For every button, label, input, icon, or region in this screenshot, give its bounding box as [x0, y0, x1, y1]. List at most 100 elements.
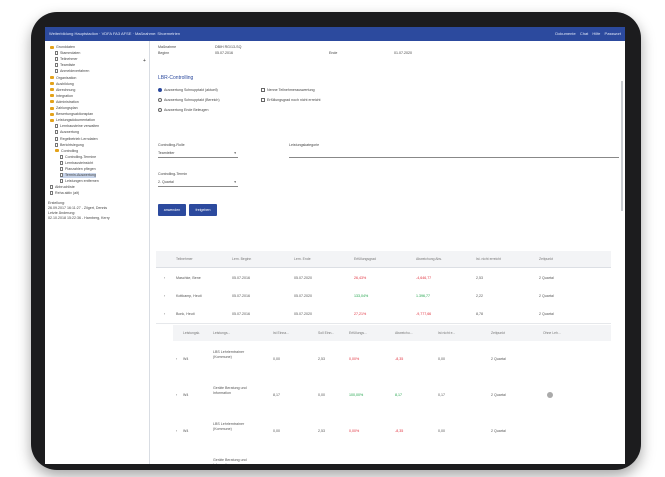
sidebar-item-label: Auswertung: [60, 130, 79, 135]
sidebar-item[interactable]: Teamliste: [55, 63, 75, 68]
column-header-label: Erfüllungsgrad: [354, 257, 376, 261]
subgrid-column-header[interactable]: Ohne Leh...: [543, 325, 565, 341]
sidebar-item[interactable]: Teilnehmer: [55, 57, 78, 62]
sidebar-item[interactable]: Abrechnung: [50, 88, 75, 93]
radio-option-2[interactable]: Auswertung Schnupptakt (Bereich): [158, 98, 220, 103]
table-cell: 0,00: [318, 393, 325, 397]
main-scrollbar[interactable]: [621, 81, 623, 211]
sidebar-item[interactable]: Bewertungsaktionsplan: [50, 112, 93, 117]
grid-column-header[interactable]: Teilnehmer: [176, 251, 197, 267]
expand-chevron-icon[interactable]: ›: [176, 413, 177, 449]
info-value-beginn: 05.07.2016: [215, 51, 233, 55]
sidebar-item[interactable]: Lernbausteinsicht: [60, 161, 93, 166]
sidebar-item-label: Planzahlen pflegen: [65, 167, 96, 171]
subgrid-column-header[interactable]: Abweichu...: [395, 325, 417, 341]
expand-chevron-icon[interactable]: ›: [176, 449, 177, 464]
apply-button[interactable]: anwenden: [158, 204, 186, 216]
select-controlling-rolle[interactable]: Teamleiter ▾: [158, 149, 238, 158]
radio-selected-icon: [158, 88, 162, 93]
status-dot-icon[interactable]: [547, 392, 553, 398]
table-cell: 0,00: [318, 449, 325, 464]
table-cell: 0,00%: [349, 357, 360, 361]
subgrid-column-header[interactable]: Leistungsk.: [183, 325, 204, 341]
subgrid-row[interactable]: ›W4Geräte Beratung und Information8,170,…: [173, 377, 611, 414]
subgrid-column-header[interactable]: Ist Einna...: [273, 325, 293, 341]
subgrid-column-header[interactable]: Erfüllungs...: [349, 325, 371, 341]
table-row[interactable]: › Maschke, Bene 05.07.2016 05.07.2020 26,43%…: [156, 269, 611, 288]
sidebar-item-label: Leistungen entfernen: [65, 179, 99, 184]
expand-chevron-icon[interactable]: ›: [164, 287, 165, 305]
select-value: Teamleiter: [158, 151, 175, 155]
table-cell: 2 Quartal: [539, 276, 554, 280]
sidebar-item[interactable]: Regelbetrieb Lerndaten: [55, 137, 98, 142]
folder-icon: [50, 82, 54, 86]
info-label-massnahme: Maßnahme: [158, 45, 177, 49]
sidebar-item[interactable]: Administration: [50, 100, 79, 105]
grid-column-header[interactable]: Lern. Ende: [294, 251, 315, 267]
subgrid-row[interactable]: › W4 LBS Lehrlerntrainer (Kommune) 0,00 2,53…: [173, 341, 611, 378]
sidebar-item[interactable]: Stammdaten: [55, 51, 80, 56]
table-cell: 0,00: [273, 429, 280, 433]
table-cell: 0,00%: [349, 429, 360, 433]
release-button[interactable]: freigeben: [189, 204, 217, 216]
sidebar-item-label: Lernbausteinsicht: [65, 160, 94, 165]
subgrid-column-header[interactable]: Leistungs...: [213, 325, 234, 341]
document-icon: [50, 191, 53, 196]
link-hilfe[interactable]: Hilfe: [592, 31, 600, 36]
subgrid-column-header[interactable]: Soll Einn...: [318, 325, 338, 341]
checkbox-teilnehmer[interactable]: Nenne Teilnehmerauswertung: [261, 88, 315, 93]
subgrid-column-header[interactable]: Ist nicht e...: [438, 325, 459, 341]
checkbox-label: Nenne Teilnehmerauswertung: [267, 88, 315, 92]
radio-option-1[interactable]: Auswertung Schnupptakt (aktuell): [158, 88, 218, 93]
select-leistungskategorie[interactable]: [289, 149, 619, 158]
table-cell: W4: [183, 357, 189, 361]
sidebar-item[interactable]: Organisation: [50, 76, 76, 81]
select-controlling-termin[interactable]: 2. Quartal ▾: [158, 178, 238, 187]
grid-column-header[interactable]: Abweichung Abs.: [416, 251, 446, 267]
grid-column-header[interactable]: Ist. nicht erreicht: [476, 251, 505, 267]
column-header-label: Leistungs...: [213, 331, 231, 335]
info-value-massnahme: DBIH RG/13-SQ: [215, 45, 242, 49]
sidebar-item[interactable]: Anmeldeverfahren: [55, 69, 89, 74]
sidebar-item-label: Teamliste: [60, 63, 76, 68]
subgrid-row[interactable]: › W4 LBS Lehrlerntrainer (Kommune) 0,00 2,53…: [173, 413, 611, 450]
radio-option-3[interactable]: Auswertung Ende Beleugen: [158, 108, 209, 113]
expand-chevron-icon[interactable]: ›: [176, 377, 177, 413]
sidebar-item[interactable]: Reha aktiv (alt): [50, 191, 79, 196]
table-row[interactable]: › Kottkamp, Heuti 05.07.2016 05.07.2020 133,…: [156, 287, 611, 306]
link-chat[interactable]: Chat: [580, 31, 588, 36]
grid-column-header[interactable]: Zeitpunkt: [539, 251, 557, 267]
expand-chevron-icon[interactable]: ›: [164, 269, 165, 287]
sidebar-item[interactable]: Ausbildung: [50, 82, 74, 87]
link-passwort[interactable]: Passwort: [605, 31, 621, 36]
sidebar-item[interactable]: Controlling-Termine: [60, 155, 96, 160]
grid-column-header[interactable]: Lern. Beginn: [232, 251, 255, 267]
sidebar-item[interactable]: Leistungsdokumentation: [50, 118, 95, 123]
table-cell: -4,646,77: [416, 276, 432, 280]
link-dokumente[interactable]: Dokumente: [555, 31, 575, 36]
table-row[interactable]: › Bonk, Heuti 05.07.2016 05.07.2020 27,21% -9…: [156, 305, 611, 324]
expand-chevron-icon[interactable]: ›: [176, 341, 177, 377]
sidebar-item[interactable]: Leistungen entfernen: [60, 179, 99, 184]
sidebar-item[interactable]: Termin-Auswertung: [60, 173, 96, 179]
sidebar-item[interactable]: Grunddaten: [50, 45, 75, 50]
subgrid-row[interactable]: ›W4Geräte Beratung und Information8,170,…: [173, 449, 611, 464]
label-controlling-termin: Controlling-Termin: [158, 172, 188, 176]
sidebar-item[interactable]: Auswertung: [55, 130, 79, 135]
sidebar-item[interactable]: Planzahlen pflegen: [60, 167, 96, 172]
subgrid-column-header[interactable]: Zeitpunkt: [491, 325, 509, 341]
checkbox-erfuellungsgrad[interactable]: Erfüllungsgrad noch nicht erreicht: [261, 98, 321, 103]
document-icon: [55, 124, 58, 129]
sidebar-item[interactable]: Zahlungsplan: [50, 106, 78, 111]
expand-chevron-icon[interactable]: ›: [164, 305, 165, 323]
sidebar-item[interactable]: Berichtslegung: [55, 143, 84, 148]
expand-plus-icon[interactable]: +: [143, 58, 146, 64]
column-header-label: Lern. Ende: [294, 257, 311, 261]
folder-icon: [50, 45, 54, 49]
sidebar-item[interactable]: Integration: [50, 94, 73, 99]
sidebar-item[interactable]: Lernbausteine verwalten: [55, 124, 99, 129]
grid-column-header[interactable]: Erfüllungsgrad: [354, 251, 380, 267]
sidebar-item[interactable]: Controlling: [55, 149, 78, 154]
sidebar-item[interactable]: Abbruchliste: [50, 185, 75, 190]
table-cell: -8,35: [395, 357, 404, 361]
